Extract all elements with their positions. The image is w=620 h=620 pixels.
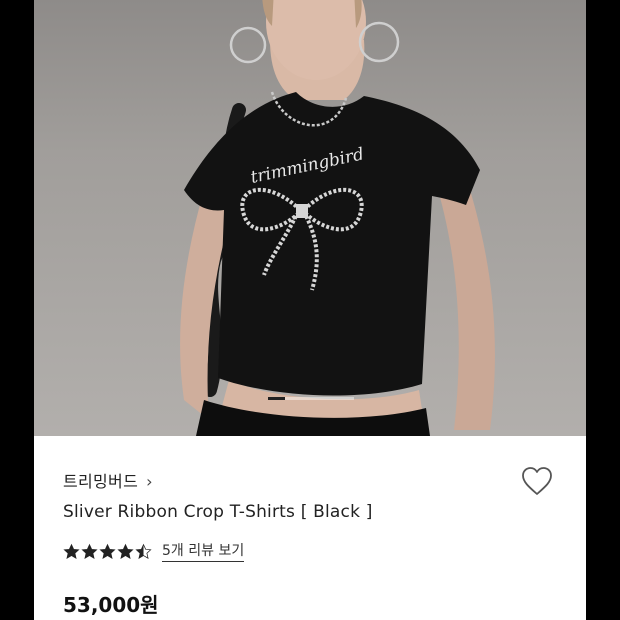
image-carousel-progress	[268, 397, 354, 400]
carousel-progress-fill	[268, 397, 286, 400]
product-title: Sliver Ribbon Crop T-Shirts [ Black ]	[63, 502, 373, 522]
star-icon	[135, 543, 152, 559]
product-screen: trimmingbird 트리밍버드 › Sliver Ribbon Crop T…	[34, 0, 586, 620]
star-icon	[81, 543, 98, 559]
chevron-right-icon: ›	[146, 472, 153, 491]
rating-row: 5개 리뷰 보기	[63, 540, 245, 562]
model-photo: trimmingbird	[180, 0, 495, 436]
star-icon	[99, 543, 116, 559]
star-icon	[63, 543, 80, 559]
product-info: 트리밍버드 › Sliver Ribbon Crop T-Shirts [ Bla…	[34, 436, 586, 620]
brand-name: 트리밍버드	[63, 472, 139, 491]
brand-link[interactable]: 트리밍버드 ›	[63, 468, 153, 492]
product-image[interactable]: trimmingbird	[34, 0, 586, 436]
review-link[interactable]: 5개 리뷰 보기	[162, 540, 245, 562]
star-rating	[63, 543, 152, 560]
star-icon	[117, 543, 134, 559]
product-price: 53,000원	[63, 593, 159, 617]
heart-outline-icon[interactable]	[519, 463, 555, 499]
